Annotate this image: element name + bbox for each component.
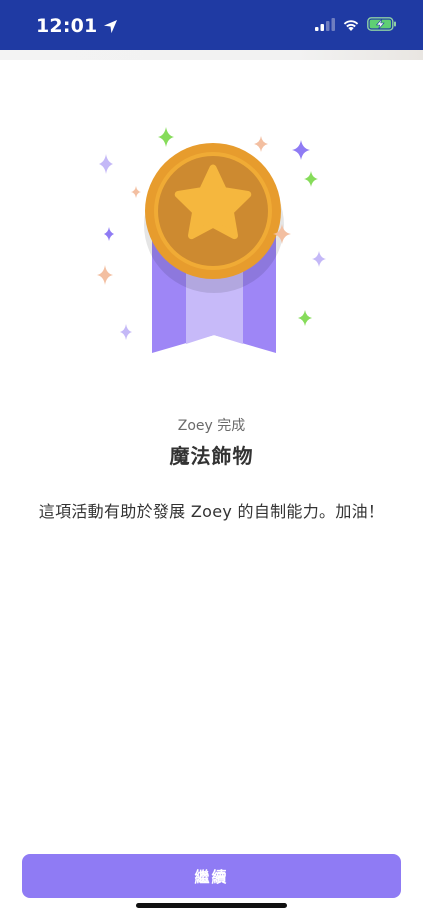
battery-charging-icon: [367, 17, 396, 31]
status-bar: 12:01: [0, 0, 423, 50]
header-divider: [0, 50, 423, 60]
status-time: 12:01: [36, 15, 118, 37]
location-arrow-icon: [104, 19, 118, 33]
gold-star-medal-icon: [145, 143, 281, 279]
completer-label: Zoey 完成: [177, 418, 246, 434]
wifi-icon: [343, 19, 359, 31]
activity-description: 這項活動有助於發展 Zoey 的自制能力。加油！: [38, 502, 385, 521]
clock-text: 12:01: [36, 15, 98, 37]
status-icons: [315, 17, 397, 31]
medal-illustration: [97, 127, 326, 353]
continue-button[interactable]: 繼續: [22, 854, 401, 898]
home-indicator[interactable]: [136, 903, 287, 908]
activity-title: 魔法飾物: [169, 444, 254, 468]
signal-icon: [315, 17, 335, 31]
